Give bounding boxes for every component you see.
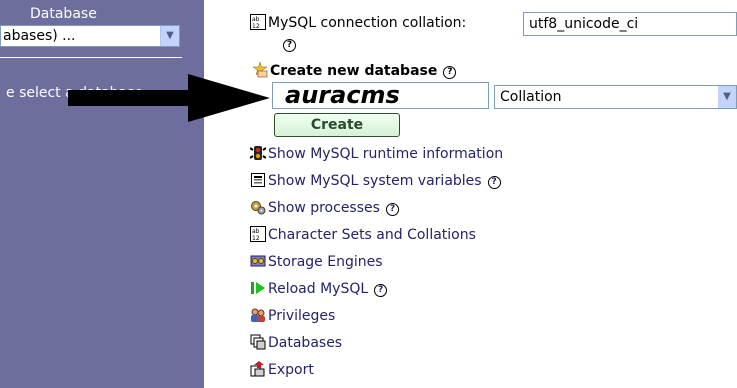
create-database-title: Create new database? xyxy=(252,61,457,79)
databases-icon xyxy=(250,334,266,350)
link-storage-engines[interactable]: Storage Engines xyxy=(250,253,503,280)
link-runtime-info[interactable]: Show MySQL runtime information xyxy=(249,145,504,172)
database-select[interactable]: abases) ... ▼ xyxy=(0,25,180,47)
help-icon[interactable]: ? xyxy=(283,39,296,52)
link-label: Databases xyxy=(268,335,343,351)
collation-row: ab 12 MySQL connection collation: xyxy=(250,14,466,31)
traffic-light-icon xyxy=(249,145,267,161)
create-database-label: Create new database xyxy=(270,63,438,79)
database-label: Database xyxy=(30,6,97,22)
link-system-variables[interactable]: Show MySQL system variables? xyxy=(250,172,503,199)
processes-icon xyxy=(250,199,266,215)
charset-icon: ab 12 xyxy=(250,14,266,30)
charset-icon: ab 12 xyxy=(250,226,266,242)
link-label: Storage Engines xyxy=(268,254,383,270)
link-label: Character Sets and Collations xyxy=(268,227,476,243)
chevron-down-icon[interactable]: ▼ xyxy=(160,26,179,46)
link-label: Reload MySQL xyxy=(268,281,369,297)
reload-icon xyxy=(250,280,266,296)
link-character-sets[interactable]: ab 12 Character Sets and Collations xyxy=(250,226,503,253)
link-label: Privileges xyxy=(268,308,336,324)
export-icon xyxy=(250,361,266,377)
link-databases[interactable]: Databases xyxy=(250,334,503,361)
link-label: Export xyxy=(268,362,314,378)
link-processes[interactable]: Show processes? xyxy=(250,199,503,226)
link-privileges[interactable]: Privileges xyxy=(250,307,503,334)
new-database-collation-select[interactable]: Collation ▼ xyxy=(494,85,737,109)
arrow-annotation xyxy=(68,74,270,122)
help-icon[interactable]: ? xyxy=(443,66,457,79)
chevron-down-icon[interactable]: ▼ xyxy=(718,86,736,108)
database-select-value: abases) ... xyxy=(3,28,76,44)
links-list: Show MySQL runtime information Show MySQ… xyxy=(249,145,504,388)
help-icon[interactable]: ? xyxy=(487,176,501,189)
svg-text:ab: ab xyxy=(252,228,260,235)
engines-icon xyxy=(250,253,266,269)
variables-icon xyxy=(250,172,266,188)
svg-text:ab: ab xyxy=(252,16,260,23)
link-label: Show MySQL system variables xyxy=(268,173,482,189)
link-export[interactable]: Export xyxy=(250,361,503,388)
svg-text:12: 12 xyxy=(252,23,260,30)
privileges-icon xyxy=(250,307,266,323)
help-icon[interactable]: ? xyxy=(374,284,388,297)
link-label: Show MySQL runtime information xyxy=(268,146,504,162)
collation-select[interactable]: utf8_unicode_ci xyxy=(523,12,737,36)
svg-text:12: 12 xyxy=(252,235,260,242)
sidebar-divider xyxy=(0,57,182,58)
link-label: Show processes xyxy=(268,200,380,216)
collation-select-value: Collation xyxy=(500,89,562,105)
create-button[interactable]: Create xyxy=(274,113,400,137)
link-reload-mysql[interactable]: Reload MySQL? xyxy=(250,280,503,307)
sidebar: Database abases) ... ▼ e select a databa… xyxy=(0,0,204,388)
database-name-input[interactable]: auracms xyxy=(272,82,489,109)
collation-label: MySQL connection collation: xyxy=(268,15,467,31)
help-icon[interactable]: ? xyxy=(385,203,399,216)
